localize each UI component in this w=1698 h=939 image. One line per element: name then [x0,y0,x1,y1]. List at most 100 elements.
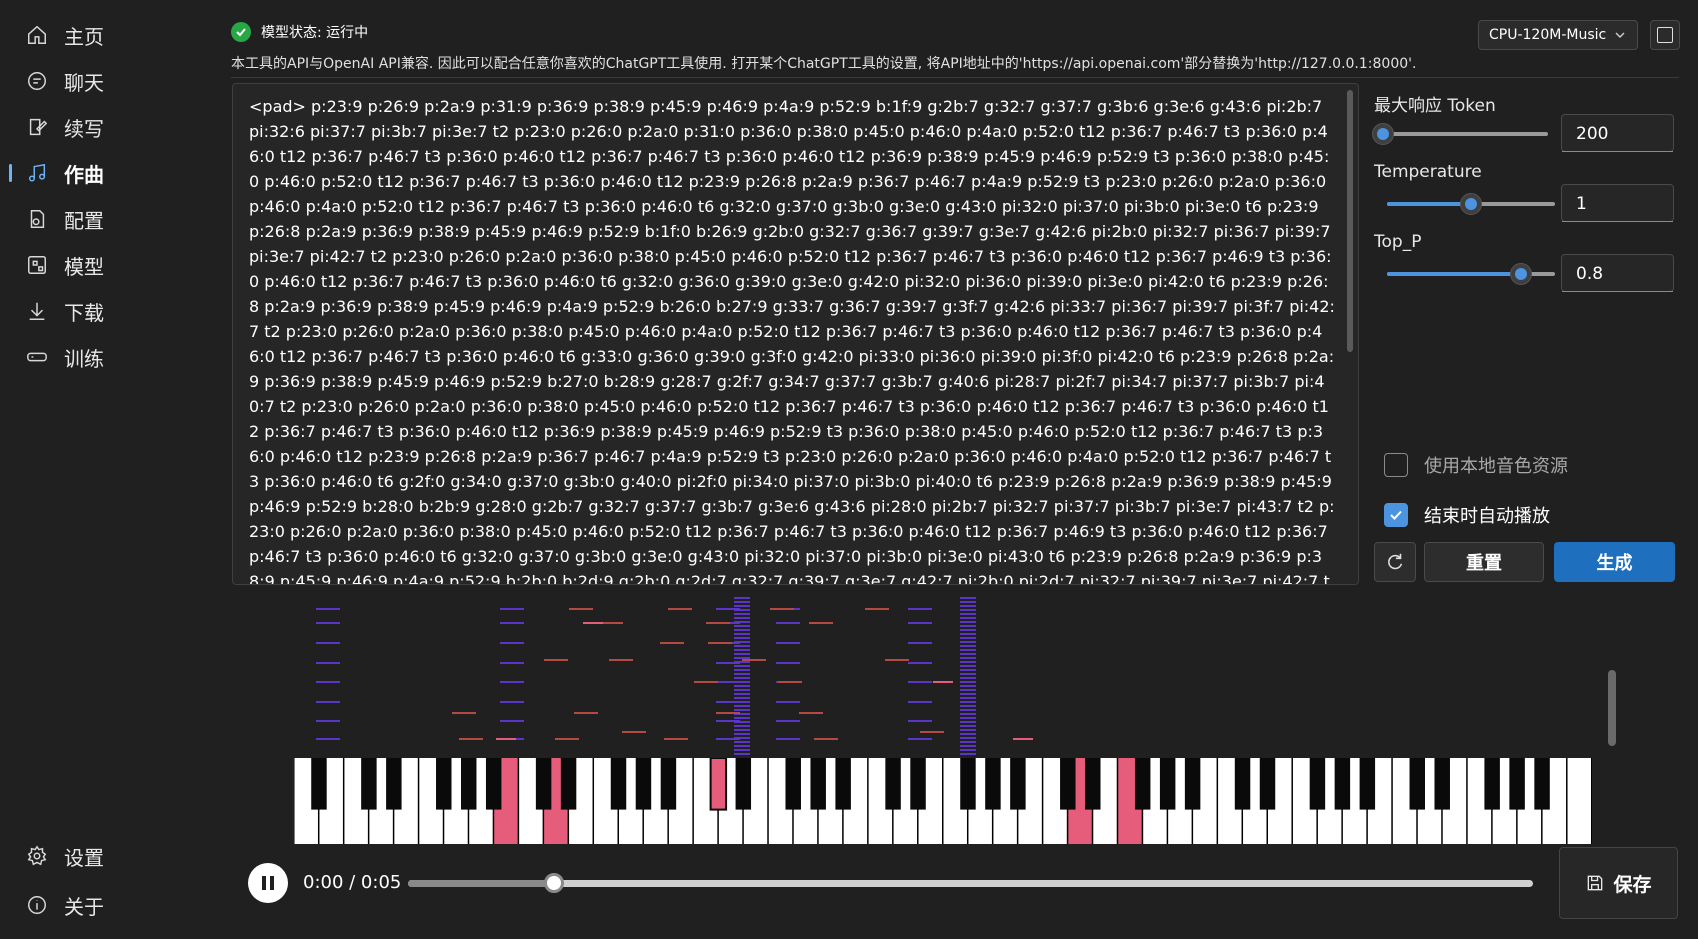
white-key[interactable] [1567,758,1591,844]
black-key[interactable] [1509,758,1525,810]
sidebar-item-config[interactable]: 配置 [18,199,208,239]
note-dash [734,629,750,631]
playback-progress-track[interactable] [408,880,1533,887]
black-key[interactable] [1060,758,1076,810]
black-key[interactable] [1159,758,1176,810]
edit-icon [26,116,48,138]
max-tokens-input[interactable]: 200 [1561,114,1674,152]
black-key[interactable] [1309,758,1326,810]
save-label: 保存 [1613,873,1652,896]
black-key[interactable] [985,758,1001,810]
sidebar-item-settings[interactable]: 设置 [18,836,208,876]
sidebar-item-chat[interactable]: 聊天 [18,61,208,101]
black-key[interactable] [635,758,652,810]
temperature-value: 1 [1576,194,1587,214]
note-dash [734,673,750,675]
sidebar-item-label: 主页 [64,24,104,49]
black-key[interactable] [910,758,926,810]
note-dash [908,681,932,683]
black-key[interactable] [1134,758,1151,810]
black-key[interactable] [709,758,728,811]
refresh-button[interactable] [1374,542,1416,582]
note-dash [960,605,976,607]
max-tokens-slider-thumb[interactable] [1372,123,1395,145]
piano-roll [316,597,1033,755]
pause-button[interactable] [248,863,288,903]
black-key[interactable] [460,758,477,810]
note-dash [734,661,750,663]
black-key[interactable] [1359,758,1376,810]
sidebar-item-download[interactable]: 下载 [18,291,208,331]
piano-keyboard[interactable] [294,758,1592,844]
temperature-slider-thumb[interactable] [1460,193,1482,215]
black-key[interactable] [660,758,677,810]
reset-button[interactable]: 重置 [1424,542,1544,582]
sidebar-item-compose[interactable]: 作曲 [9,153,208,193]
black-key[interactable] [535,758,552,810]
top-p-slider-thumb[interactable] [1510,263,1533,285]
note-dash [960,717,976,719]
top-p-input[interactable]: 0.8 [1561,254,1674,292]
autoplay-option[interactable]: 结束时自动播放 [1384,502,1550,528]
generate-button[interactable]: 生成 [1554,542,1675,582]
black-key[interactable] [810,758,826,810]
note-dash [500,681,524,683]
black-key[interactable] [436,758,452,810]
black-key[interactable] [361,758,377,810]
black-key[interactable] [1484,758,1500,810]
black-key[interactable] [560,758,577,810]
top-p-label: Top_P [1374,232,1422,252]
black-key[interactable] [1434,758,1450,810]
black-key[interactable] [485,758,502,810]
black-key[interactable] [1234,758,1251,810]
black-key[interactable] [1010,758,1026,810]
note-dash [734,689,750,691]
sidebar-item-continue[interactable]: 续写 [18,107,208,147]
black-key[interactable] [835,758,851,810]
sidebar-item-train[interactable]: 训练 [18,337,208,377]
black-key[interactable] [1184,758,1201,810]
temperature-input[interactable]: 1 [1561,184,1674,222]
note-dash [734,737,750,739]
sidebar-item-about[interactable]: 关于 [18,885,208,925]
note-dash [734,693,750,695]
textarea-scrollbar[interactable] [1347,90,1353,352]
max-tokens-slider-track[interactable] [1380,132,1548,136]
note-dash [668,608,692,610]
black-key[interactable] [386,758,402,810]
black-key[interactable] [735,758,752,810]
composition-textarea[interactable]: <pad> p:23:9 p:26:9 p:2a:9 p:31:9 p:36:9… [232,83,1359,585]
sidebar-item-home[interactable]: 主页 [18,15,208,55]
note-dash [960,697,976,699]
local-sound-checkbox[interactable] [1384,453,1408,477]
autoplay-checkbox[interactable] [1384,503,1408,527]
note-dash [960,749,976,751]
sidebar-item-model[interactable]: 模型 [18,245,208,285]
local-sound-option[interactable]: 使用本地音色资源 [1384,452,1568,478]
black-key[interactable] [1085,758,1101,810]
black-key[interactable] [1334,758,1351,810]
black-key[interactable] [1534,758,1550,810]
pause-icon [262,876,274,890]
note-dash [734,697,750,699]
model-select[interactable]: CPU-120M-Music [1478,20,1638,50]
black-key[interactable] [610,758,627,810]
black-key[interactable] [885,758,901,810]
note-dash [960,613,976,615]
note-dash [960,745,976,747]
black-key[interactable] [311,758,327,810]
chevron-down-icon [1613,28,1627,46]
black-key[interactable] [960,758,976,810]
piano-roll-scrollbar[interactable] [1608,670,1616,746]
black-key[interactable] [785,758,801,810]
playback-time: 0:00 / 0:05 [303,872,402,893]
black-key[interactable] [1409,758,1426,810]
square-icon [1657,27,1673,43]
note-dash [908,701,932,703]
local-sound-label: 使用本地音色资源 [1424,456,1568,477]
save-button[interactable]: 保存 [1559,847,1678,919]
black-key[interactable] [1259,758,1276,810]
note-dash [742,659,766,661]
playback-progress-thumb[interactable] [544,873,565,893]
toggle-window-button[interactable] [1650,20,1680,50]
